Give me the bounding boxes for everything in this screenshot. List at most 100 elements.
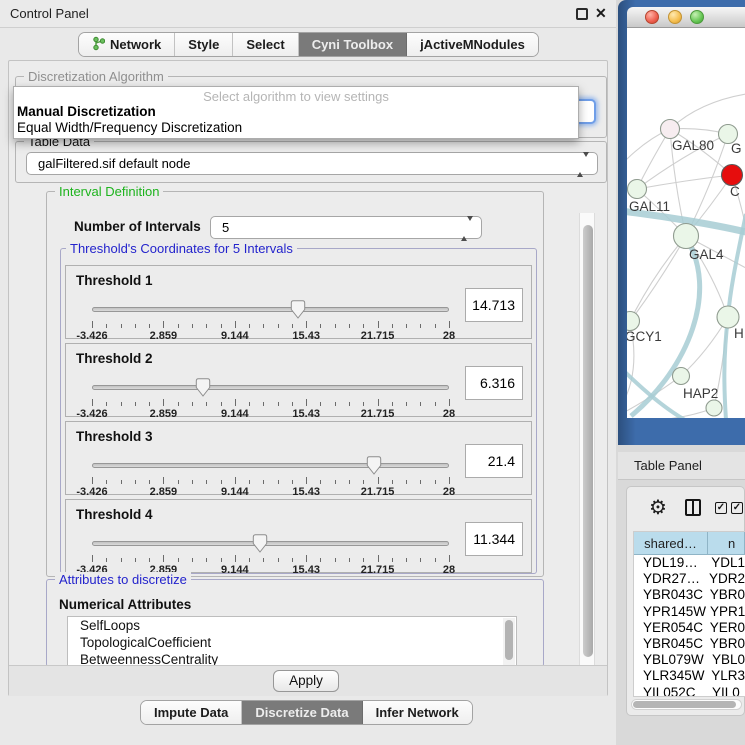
network-view-window[interactable]: GAL80 G C GAL11 GAL4 GCY1 H HAP2 [618,0,745,445]
network-node-label[interactable]: GCY1 [627,329,662,344]
table-cell[interactable]: YDR27… [634,571,705,587]
tab-discretize-data[interactable]: Discretize Data [242,701,362,724]
network-edge[interactable] [670,94,745,129]
column-header-shared-name[interactable]: shared… [634,532,708,555]
tab-impute-data[interactable]: Impute Data [141,701,242,724]
table-cell[interactable]: YBR0 [706,636,745,652]
table-cell[interactable]: YBR043C [634,587,706,603]
table-cell[interactable]: YER054C [634,620,706,636]
network-node-label[interactable]: G [731,141,742,156]
checkbox-icon[interactable]: ✓ [715,502,727,514]
network-node[interactable] [722,165,743,186]
table-row[interactable]: YPR145WYPR1 [634,604,745,620]
table-cell[interactable]: YDL1 [707,555,745,571]
network-node[interactable] [627,312,640,331]
threshold-value-field[interactable]: 14.713 [465,288,523,322]
attribute-list-item[interactable]: SelfLoops [68,617,516,634]
slider-thumb[interactable] [291,300,306,324]
close-traffic-light-icon[interactable] [645,10,659,24]
table-cell[interactable]: YDR2 [705,571,745,587]
table-row[interactable]: YDR27…YDR2 [634,571,745,587]
network-node-label[interactable]: GAL80 [672,138,714,153]
table-cell[interactable]: YBL079W [634,652,708,668]
table-cell[interactable]: YPR1 [706,604,745,620]
network-node[interactable] [717,306,739,328]
table-row[interactable]: YIL052CYIL0 [634,685,745,698]
threshold-1-slider[interactable]: -3.4262.8599.14415.4321.71528 [92,300,449,338]
attribute-list-item[interactable]: TopologicalCoefficient [68,634,516,651]
table-cell[interactable]: YDL19… [634,555,707,571]
close-icon[interactable]: ✕ [595,5,607,22]
threshold-value-field[interactable]: 11.344 [465,522,523,556]
numerical-attributes-list[interactable]: SelfLoopsTopologicalCoefficientBetweenne… [67,616,517,666]
scrollbar-thumb[interactable] [505,620,513,660]
table-cell[interactable]: YBR0 [706,587,745,603]
scrollbar-thumb[interactable] [583,225,593,657]
tab-jactivemnodules[interactable]: jActiveMNodules [407,33,538,56]
minimize-traffic-light-icon[interactable] [668,10,682,24]
tab-network[interactable]: Network [79,33,175,56]
network-node[interactable] [673,368,690,385]
slider-track[interactable] [92,307,449,312]
table-data-combobox[interactable]: galFiltered.sif default node [26,152,598,175]
column-header-name[interactable]: n [708,532,745,555]
network-node[interactable] [706,400,722,416]
number-of-intervals-combobox[interactable]: 5 [210,216,482,239]
table-row[interactable]: YER054CYER0 [634,620,745,636]
apply-button[interactable]: Apply [273,670,339,692]
slider-thumb[interactable] [367,456,382,480]
zoom-traffic-light-icon[interactable] [690,10,704,24]
table-cell[interactable]: YIL0 [708,685,745,698]
float-window-icon[interactable] [576,8,588,20]
node-attribute-table[interactable]: shared… n YDL19…YDL1YDR27…YDR2YBR043CYBR… [633,531,745,697]
table-row[interactable]: YDL19…YDL1 [634,555,745,571]
tab-cyni-toolbox[interactable]: Cyni Toolbox [299,33,407,56]
network-thick-edge[interactable] [724,317,728,418]
table-horizontal-scrollbar[interactable] [631,699,742,710]
dropdown-option-equal-width[interactable]: Equal Width/Frequency Discretization [14,120,578,136]
table-cell[interactable]: YLR345W [634,668,707,684]
table-row[interactable]: YLR345WYLR3 [634,668,745,684]
threshold-4-slider[interactable]: -3.4262.8599.14415.4321.71528 [92,534,449,572]
network-node-label[interactable]: HAP2 [683,386,718,401]
table-cell[interactable]: YBL0 [708,652,745,668]
dropdown-option-manual[interactable]: Manual Discretization [14,104,578,120]
slider-thumb[interactable] [195,378,210,402]
table-cell[interactable]: YPR145W [634,604,706,620]
network-window-titlebar[interactable] [627,7,745,28]
panel-scrollbar[interactable] [579,213,595,695]
slider-track[interactable] [92,463,449,468]
threshold-2-slider[interactable]: -3.4262.8599.14415.4321.71528 [92,378,449,416]
split-columns-icon[interactable] [685,499,701,516]
tab-select[interactable]: Select [233,33,298,56]
tab-infer-network[interactable]: Infer Network [363,701,472,724]
threshold-value-field[interactable]: 6.316 [465,366,523,400]
network-graph[interactable]: GAL80 G C GAL11 GAL4 GCY1 H HAP2 [627,28,745,418]
network-node-label[interactable]: GAL4 [689,247,724,262]
attributes-scrollbar[interactable] [503,618,515,666]
slider-track[interactable] [92,541,449,546]
table-cell[interactable]: YER0 [706,620,745,636]
slider-thumb[interactable] [252,534,267,558]
table-cell[interactable]: YIL052C [634,685,708,698]
table-row[interactable]: YBR043CYBR0 [634,587,745,603]
table-row[interactable]: YBR045CYBR0 [634,636,745,652]
attribute-list-item[interactable]: BetweennessCentrality [68,651,516,666]
gear-icon[interactable]: ⚙ [649,495,667,520]
network-node-label[interactable]: GAL11 [629,199,670,214]
checkbox-icon[interactable]: ✓ [731,502,743,514]
threshold-3-slider[interactable]: -3.4262.8599.14415.4321.71528 [92,456,449,494]
network-canvas[interactable]: GAL80 G C GAL11 GAL4 GCY1 H HAP2 [627,28,745,418]
network-node-label[interactable]: C [730,184,740,199]
network-node[interactable] [661,120,680,139]
network-node[interactable] [628,180,647,199]
network-edge[interactable] [637,175,732,189]
slider-track[interactable] [92,385,449,390]
table-row[interactable]: YBL079WYBL0 [634,652,745,668]
network-node[interactable] [674,224,699,249]
threshold-value-field[interactable]: 21.4 [465,444,523,478]
network-edge[interactable] [630,236,686,321]
network-node-label[interactable]: H [734,326,744,341]
scrollbar-thumb[interactable] [633,701,736,708]
table-cell[interactable]: YBR045C [634,636,706,652]
